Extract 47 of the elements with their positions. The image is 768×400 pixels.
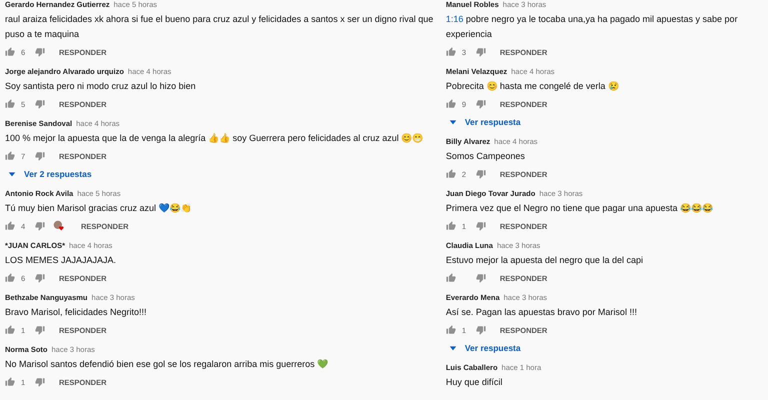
thumbs-down-icon[interactable] <box>35 151 45 161</box>
thumbs-up-icon[interactable] <box>446 99 456 109</box>
thumbs-down-icon[interactable] <box>35 325 45 335</box>
thumbs-down-icon[interactable] <box>476 273 486 283</box>
view-replies-button[interactable]: Ver respuesta <box>446 340 524 355</box>
comment-text: Somos Campeones <box>446 150 526 163</box>
timestamp-link[interactable]: 1:16 <box>446 14 464 24</box>
view-replies-button[interactable]: Ver 2 respuestas <box>5 166 95 181</box>
thumbs-down-icon[interactable] <box>35 377 45 387</box>
thumbs-down-icon[interactable] <box>476 169 486 179</box>
thumbs-up-icon[interactable] <box>446 47 456 57</box>
comment-text: Tú muy bien Marisol gracias cruz azul 💙😂👏 <box>5 202 193 215</box>
thumbs-down-icon[interactable] <box>35 221 45 231</box>
thumbs-up-icon[interactable] <box>446 325 456 335</box>
thumbs-down-icon[interactable] <box>35 273 45 283</box>
thumbs-up-icon[interactable] <box>5 325 15 335</box>
comment-text: 100 % mejor la apuesta que la de venga la alegría 👍👍 soy Guerrera pero felicidades al cruz azul 😊😁 <box>5 132 424 145</box>
view-replies-button[interactable]: Ver respuesta <box>446 114 524 129</box>
comment-text: Estuvo mejor la apuesta del negro que la del capi <box>446 254 644 267</box>
thumbs-down-icon[interactable] <box>35 47 45 57</box>
comment-text: Pobrecita 😊 hasta me congelé de verla 😢 <box>446 80 620 93</box>
comment-text: Huy que difícil <box>446 376 504 389</box>
thumbs-up-icon[interactable] <box>5 99 15 109</box>
comment-text: No Marisol santos defendió bien ese gol se los regalaron arriba mis guerreros 💚 <box>5 358 330 371</box>
thumbs-down-icon[interactable] <box>476 325 486 335</box>
caret-icon <box>8 170 16 178</box>
thumbs-up-icon[interactable] <box>446 169 456 179</box>
thumbs-up-icon[interactable] <box>5 47 15 57</box>
comment-text: LOS MEMES JAJAJAJAJA. <box>5 254 118 267</box>
comment-text: Bravo Marisol, felicidades Negrito!!! <box>5 306 148 319</box>
thumbs-up-icon[interactable] <box>446 221 456 231</box>
thumbs-down-icon[interactable] <box>35 99 45 109</box>
thumbs-up-icon[interactable] <box>5 151 15 161</box>
thumbs-down-icon[interactable] <box>476 47 486 57</box>
thumbs-down-icon[interactable] <box>476 221 486 231</box>
thumbs-up-icon[interactable] <box>5 221 15 231</box>
thumbs-up-icon[interactable] <box>5 377 15 387</box>
thumbs-up-icon[interactable] <box>5 273 15 283</box>
caret-icon <box>448 118 457 126</box>
comment-text: 1:16 pobre negro ya le tocaba una,ya ha pagado mil apuestas y sabe por experiencia <box>446 13 739 41</box>
thumbs-up-icon[interactable] <box>446 273 456 283</box>
comment-text: Soy santista pero ni modo cruz azul lo hizo bien <box>5 80 197 93</box>
comment-text: Primera vez que el Negro no tiene que pagar una apuesta 😂😂😂 <box>446 202 714 215</box>
comment-text: Así se. Pagan las apuestas bravo por Marisol !!! <box>446 306 638 319</box>
comment-text: raul araiza felicidades xk ahora si fue el bueno para cruz azul y felicidades a santos x ser un digno rival que puso a te maquina <box>5 13 434 41</box>
thumbs-down-icon[interactable] <box>476 99 486 109</box>
caret-icon <box>448 344 457 352</box>
